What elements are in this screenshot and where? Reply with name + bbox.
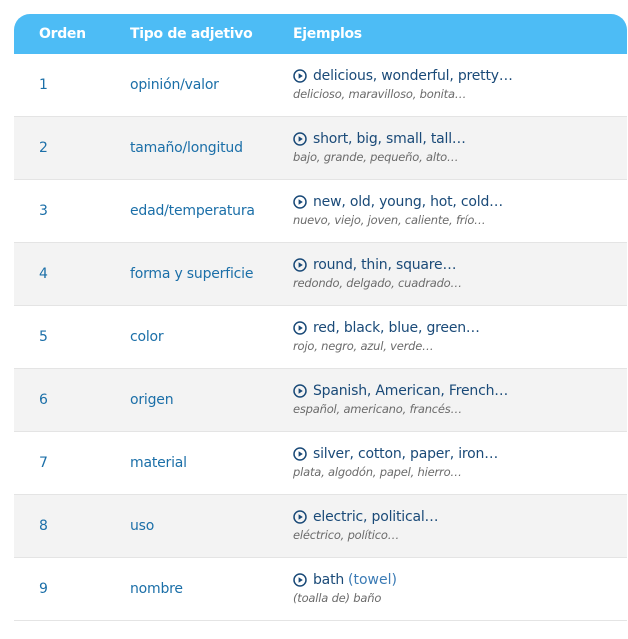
example-spanish: delicioso, maravilloso, bonita… [293,86,467,101]
table-row: 5 color red, black, blue, green… rojo, n… [14,306,627,369]
play-audio-icon[interactable] [293,509,307,524]
row-examples: red, black, blue, green… rojo, negro, az… [293,320,627,353]
row-order: 6 [39,392,48,408]
example-spanish: (toalla de) baño [293,590,382,605]
example-spanish: bajo, grande, pequeño, alto… [293,149,459,164]
row-order: 8 [39,518,48,534]
row-order: 4 [39,266,48,282]
row-order: 3 [39,203,48,219]
row-examples: short, big, small, tall… bajo, grande, p… [293,131,627,164]
table-row: 9 nombre bath (towel) (toalla de) baño [14,558,627,621]
play-audio-icon[interactable] [293,68,307,83]
example-spanish: redondo, delgado, cuadrado… [293,275,462,290]
table-row: 7 material silver, cotton, paper, iron… … [14,432,627,495]
header-order: Orden [39,26,86,42]
row-type: color [130,329,164,345]
row-examples: silver, cotton, paper, iron… plata, algo… [293,446,627,479]
play-audio-icon[interactable] [293,572,307,587]
header-examples: Ejemplos [293,26,362,42]
row-order: 9 [39,581,48,597]
example-english: round, thin, square… [313,256,457,273]
example-english: delicious, wonderful, pretty… [313,67,513,84]
play-audio-icon[interactable] [293,194,307,209]
play-audio-icon[interactable] [293,131,307,146]
example-english-extra: (towel) [348,571,397,588]
row-order: 7 [39,455,48,471]
row-type: origen [130,392,174,408]
table-row: 3 edad/temperatura new, old, young, hot,… [14,180,627,243]
example-english: red, black, blue, green… [313,319,480,336]
row-examples: Spanish, American, French… español, amer… [293,383,627,416]
row-type: nombre [130,581,183,597]
play-audio-icon[interactable] [293,446,307,461]
row-order: 2 [39,140,48,156]
table-header: Orden Tipo de adjetivo Ejemplos [14,14,627,54]
example-english: silver, cotton, paper, iron… [313,445,499,462]
table-row: 4 forma y superficie round, thin, square… [14,243,627,306]
table-row: 2 tamaño/longitud short, big, small, tal… [14,117,627,180]
example-spanish: plata, algodón, papel, hierro… [293,464,462,479]
example-spanish: nuevo, viejo, joven, caliente, frío… [293,212,486,227]
play-audio-icon[interactable] [293,257,307,272]
header-type: Tipo de adjetivo [130,26,253,42]
row-type: forma y superficie [130,266,254,282]
play-audio-icon[interactable] [293,383,307,398]
example-spanish: rojo, negro, azul, verde… [293,338,434,353]
row-type: material [130,455,187,471]
example-spanish: español, americano, francés… [293,401,462,416]
example-english: new, old, young, hot, cold… [313,193,503,210]
row-type: opinión/valor [130,77,219,93]
table-row: 6 origen Spanish, American, French… espa… [14,369,627,432]
play-audio-icon[interactable] [293,320,307,335]
example-english: Spanish, American, French… [313,382,509,399]
row-examples: delicious, wonderful, pretty… delicioso,… [293,68,627,101]
example-spanish: eléctrico, político… [293,527,400,542]
row-examples: electric, political… eléctrico, político… [293,509,627,542]
table-row: 8 uso electric, political… eléctrico, po… [14,495,627,558]
row-type: edad/temperatura [130,203,255,219]
row-order: 5 [39,329,48,345]
row-examples: new, old, young, hot, cold… nuevo, viejo… [293,194,627,227]
adjective-order-table: Orden Tipo de adjetivo Ejemplos 1 opinió… [14,14,627,621]
row-order: 1 [39,77,48,93]
table-row: 1 opinión/valor delicious, wonderful, pr… [14,54,627,117]
row-type: tamaño/longitud [130,140,243,156]
example-english: short, big, small, tall… [313,130,466,147]
row-type: uso [130,518,155,534]
example-english: bath [313,571,345,588]
row-examples: round, thin, square… redondo, delgado, c… [293,257,627,290]
row-examples: bath (towel) (toalla de) baño [293,572,627,605]
example-english: electric, political… [313,508,439,525]
